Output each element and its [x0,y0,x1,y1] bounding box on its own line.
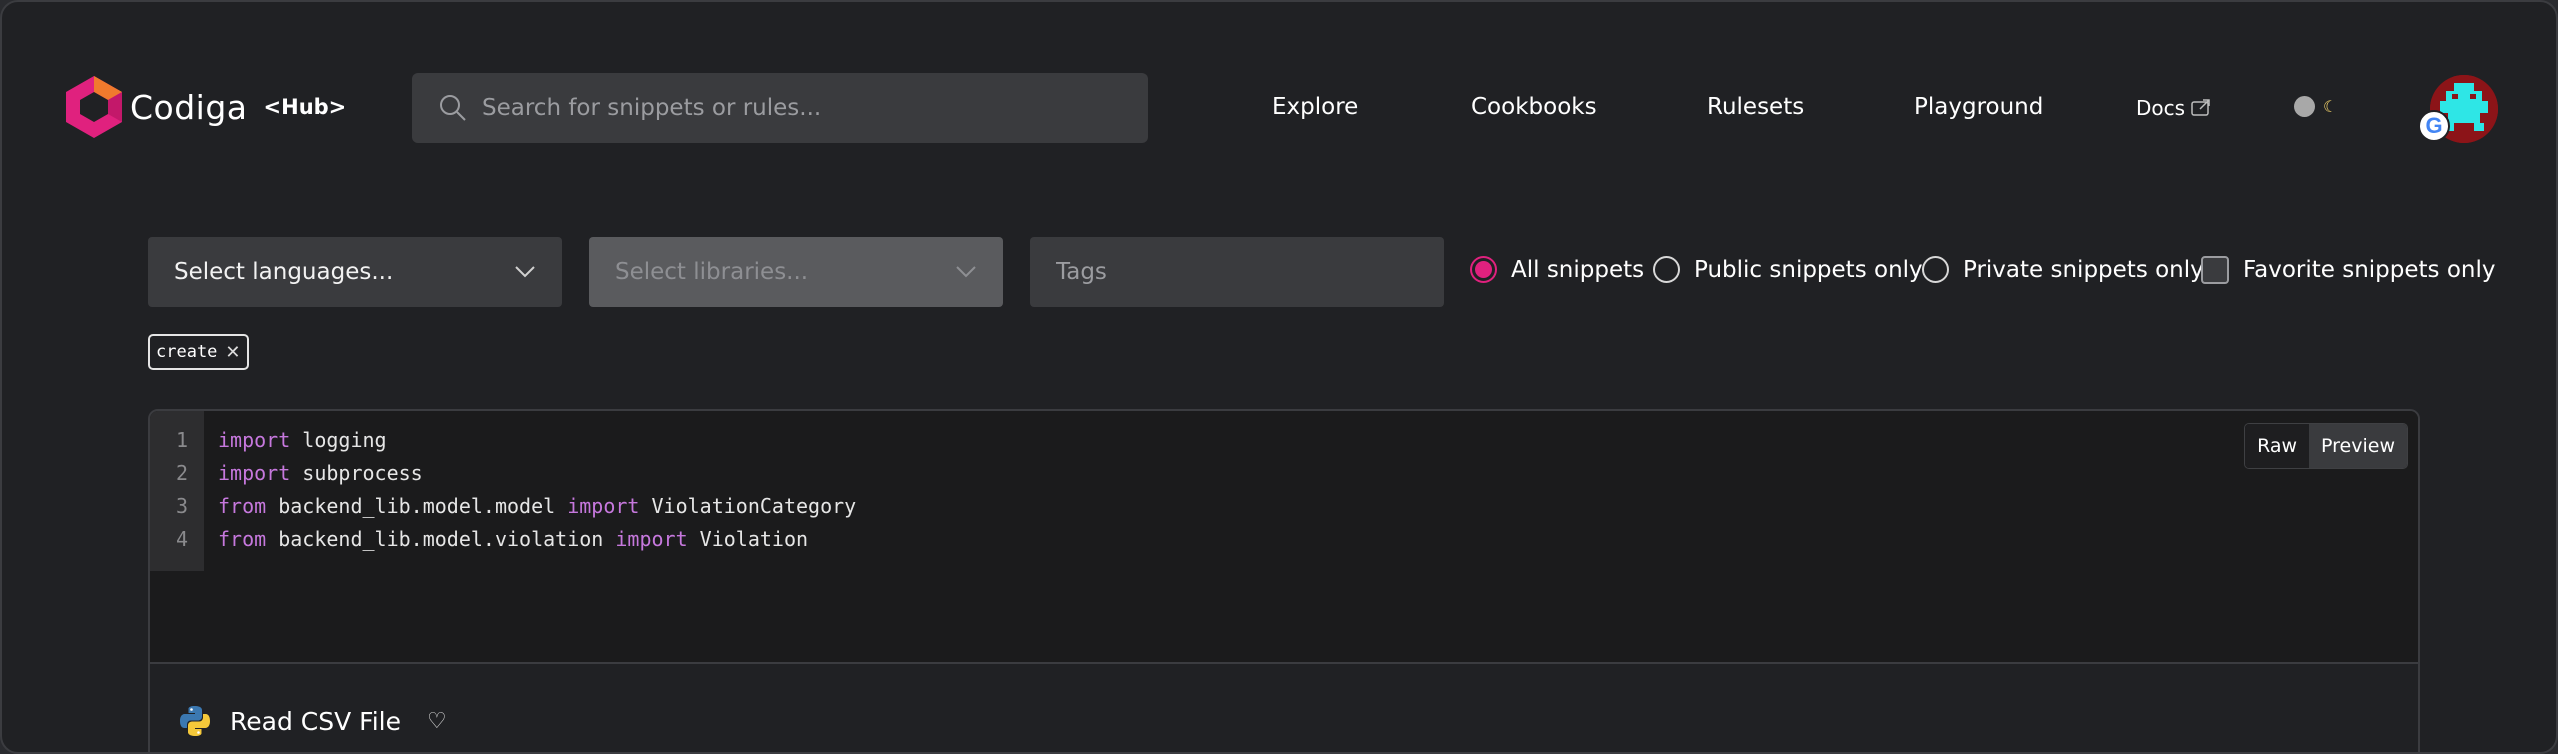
logo[interactable]: Codiga <Hub> [66,76,346,138]
code-text: import logging [218,428,387,452]
docs-label: Docs [2136,96,2186,120]
active-tag: create ✕ [148,334,249,370]
radio-label: Public snippets only [1694,256,1923,283]
snippet-card: 1 import logging 2 import subprocess 3 from b… [148,409,2420,752]
code-keyword: from [218,526,267,551]
code-token: logging [290,427,387,452]
preview-button[interactable]: Preview [2309,424,2407,468]
tag-label: create [156,342,218,362]
line-number: 3 [175,493,188,518]
tags-input[interactable] [1030,237,1444,307]
theme-toggle[interactable]: ☾ [2294,96,2337,117]
nav-rulesets[interactable]: Rulesets [1707,94,1804,120]
nav-cookbooks[interactable]: Cookbooks [1471,94,1597,120]
radio-button[interactable] [1470,256,1497,283]
code-keyword: import [218,427,291,452]
search-input[interactable] [482,95,1122,121]
code-block: 1 import logging 2 import subprocess 3 from b… [150,411,2418,661]
code-line: 2 import subprocess [150,456,423,489]
code-keyword: import [567,493,640,518]
chevron-down-icon [956,266,976,278]
code-token: Violation [687,526,809,551]
radio-private-snippets[interactable]: Private snippets only [1922,256,2204,283]
code-line: 4 from backend_lib.model.violation import… [150,522,808,555]
radio-button[interactable] [1653,256,1680,283]
line-number: 1 [175,427,188,452]
brand-name: Codiga [130,87,248,127]
code-keyword: from [218,493,267,518]
code-text: import subprocess [218,461,423,485]
search-icon [440,95,466,121]
checkbox-favorite-snippets[interactable]: Favorite snippets only [2201,256,2495,284]
radio-public-snippets[interactable]: Public snippets only [1653,256,1923,283]
view-toggle: Raw Preview [2244,423,2408,469]
snippet-footer: Read CSV File ♡ [150,662,2418,752]
code-token: backend_lib.model.model [266,493,568,518]
heart-icon[interactable]: ♡ [427,709,447,734]
code-text: from backend_lib.model.model import Viol… [218,494,856,518]
radio-label: Private snippets only [1963,256,2204,283]
radio-all-snippets[interactable]: All snippets [1470,256,1644,283]
chevron-down-icon [515,266,535,278]
docs-link[interactable]: Docs [2136,96,2211,120]
close-icon[interactable]: ✕ [225,342,240,363]
google-badge-icon: G [2418,110,2450,142]
checkbox-label: Favorite snippets only [2243,257,2496,283]
code-line: 3 from backend_lib.model.model import Vio… [150,489,856,522]
nav-playground[interactable]: Playground [1914,94,2043,120]
code-text: from backend_lib.model.violation import … [218,527,808,551]
snippet-title-row: Read CSV File ♡ [178,704,447,738]
code-token: backend_lib.model.violation [266,526,616,551]
radio-dot [1475,261,1492,278]
libraries-placeholder: Select libraries... [615,259,809,285]
line-number: 2 [175,460,188,485]
code-keyword: import [218,460,291,485]
external-link-icon [2191,99,2210,116]
search-box[interactable] [412,73,1148,143]
languages-select[interactable]: Select languages... [148,237,562,307]
languages-placeholder: Select languages... [174,259,394,285]
app-window: Codiga <Hub> Explore Cookbooks Rulesets … [0,0,2558,754]
line-number: 4 [175,526,188,551]
moon-icon: ☾ [2323,97,2338,116]
code-keyword: import [615,526,688,551]
python-icon [180,706,210,736]
code-token: subprocess [290,460,423,485]
snippet-title[interactable]: Read CSV File [230,707,401,736]
code-line: 1 import logging [150,423,387,456]
brand-suffix: <Hub> [263,95,347,119]
raw-button[interactable]: Raw [2245,424,2310,468]
radio-button[interactable] [1922,256,1949,283]
libraries-select[interactable]: Select libraries... [589,237,1003,307]
toggle-knob [2294,96,2315,117]
code-token: ViolationCategory [639,493,857,518]
codiga-logo-icon [66,76,122,138]
checkbox[interactable] [2201,256,2229,284]
radio-label: All snippets [1511,256,1645,283]
nav-explore[interactable]: Explore [1272,94,1358,120]
